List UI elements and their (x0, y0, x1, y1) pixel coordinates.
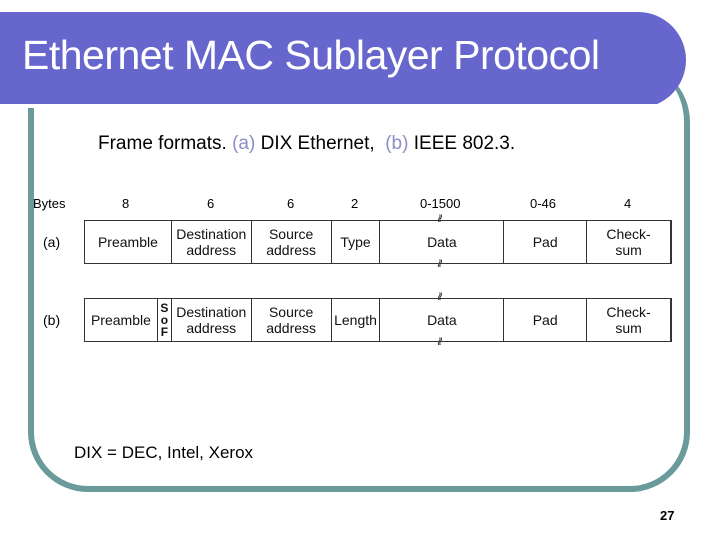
byte-count-pad: 0-46 (530, 196, 557, 211)
byte-count-source: 6 (287, 196, 295, 211)
caption-label-b: (b) (385, 133, 409, 154)
caption-prefix: Frame formats. (98, 133, 227, 154)
sof-letter: F (160, 325, 169, 339)
bytes-label: Bytes (33, 196, 66, 211)
caption-label-a: (a) (232, 133, 256, 154)
frame-a-label: (a) (43, 234, 61, 250)
field-pad: Pad (504, 221, 588, 263)
byte-count-data: 0-1500 (420, 196, 461, 211)
content-frame (28, 62, 690, 492)
frame-b-label: (b) (43, 312, 61, 328)
field-pad: Pad (504, 299, 588, 341)
field-data: Data (380, 221, 505, 263)
figure-caption: Frame formats. (a) DIX Ethernet, (b) IEE… (98, 133, 515, 155)
break-mark-icon: ≀≀ (436, 211, 442, 225)
footnote: DIX = DEC, Intel, Xerox (74, 443, 254, 462)
field-checksum: Check-sum (606, 226, 651, 258)
slide-title: Ethernet MAC Sublayer Protocol (22, 32, 600, 78)
caption-text-b: IEEE 802.3. (413, 133, 516, 154)
field-data: Data (380, 299, 505, 341)
field-type: Type (332, 221, 381, 263)
field-length: Length (332, 299, 381, 341)
title-underline (0, 104, 664, 108)
frame-b-table: Preamble S o F Destination address Sourc… (84, 298, 672, 342)
field-preamble: Preamble (85, 299, 158, 341)
field-destination-address: Destination address (172, 299, 252, 341)
page-number: 27 (660, 508, 675, 523)
field-preamble: Preamble (85, 221, 172, 263)
field-source-address: Source address (252, 299, 332, 341)
title-banner: Ethernet MAC Sublayer Protocol (0, 12, 686, 108)
field-destination-address: Destination address (172, 221, 252, 263)
field-start-of-frame: S o F (158, 299, 172, 341)
field-source-address: Source address (252, 221, 332, 263)
break-mark-icon: ≀≀ (436, 256, 442, 270)
byte-count-preamble: 8 (122, 196, 130, 211)
frame-a-table: Preamble Destination address Source addr… (84, 220, 672, 264)
caption-text-a: DIX Ethernet, (260, 133, 375, 154)
byte-count-type: 2 (351, 196, 359, 211)
byte-count-checksum: 4 (624, 196, 632, 211)
field-checksum: Check-sum (606, 304, 651, 336)
byte-count-dest: 6 (207, 196, 215, 211)
break-mark-icon: ≀≀ (436, 289, 442, 303)
break-mark-icon: ≀≀ (436, 334, 442, 348)
